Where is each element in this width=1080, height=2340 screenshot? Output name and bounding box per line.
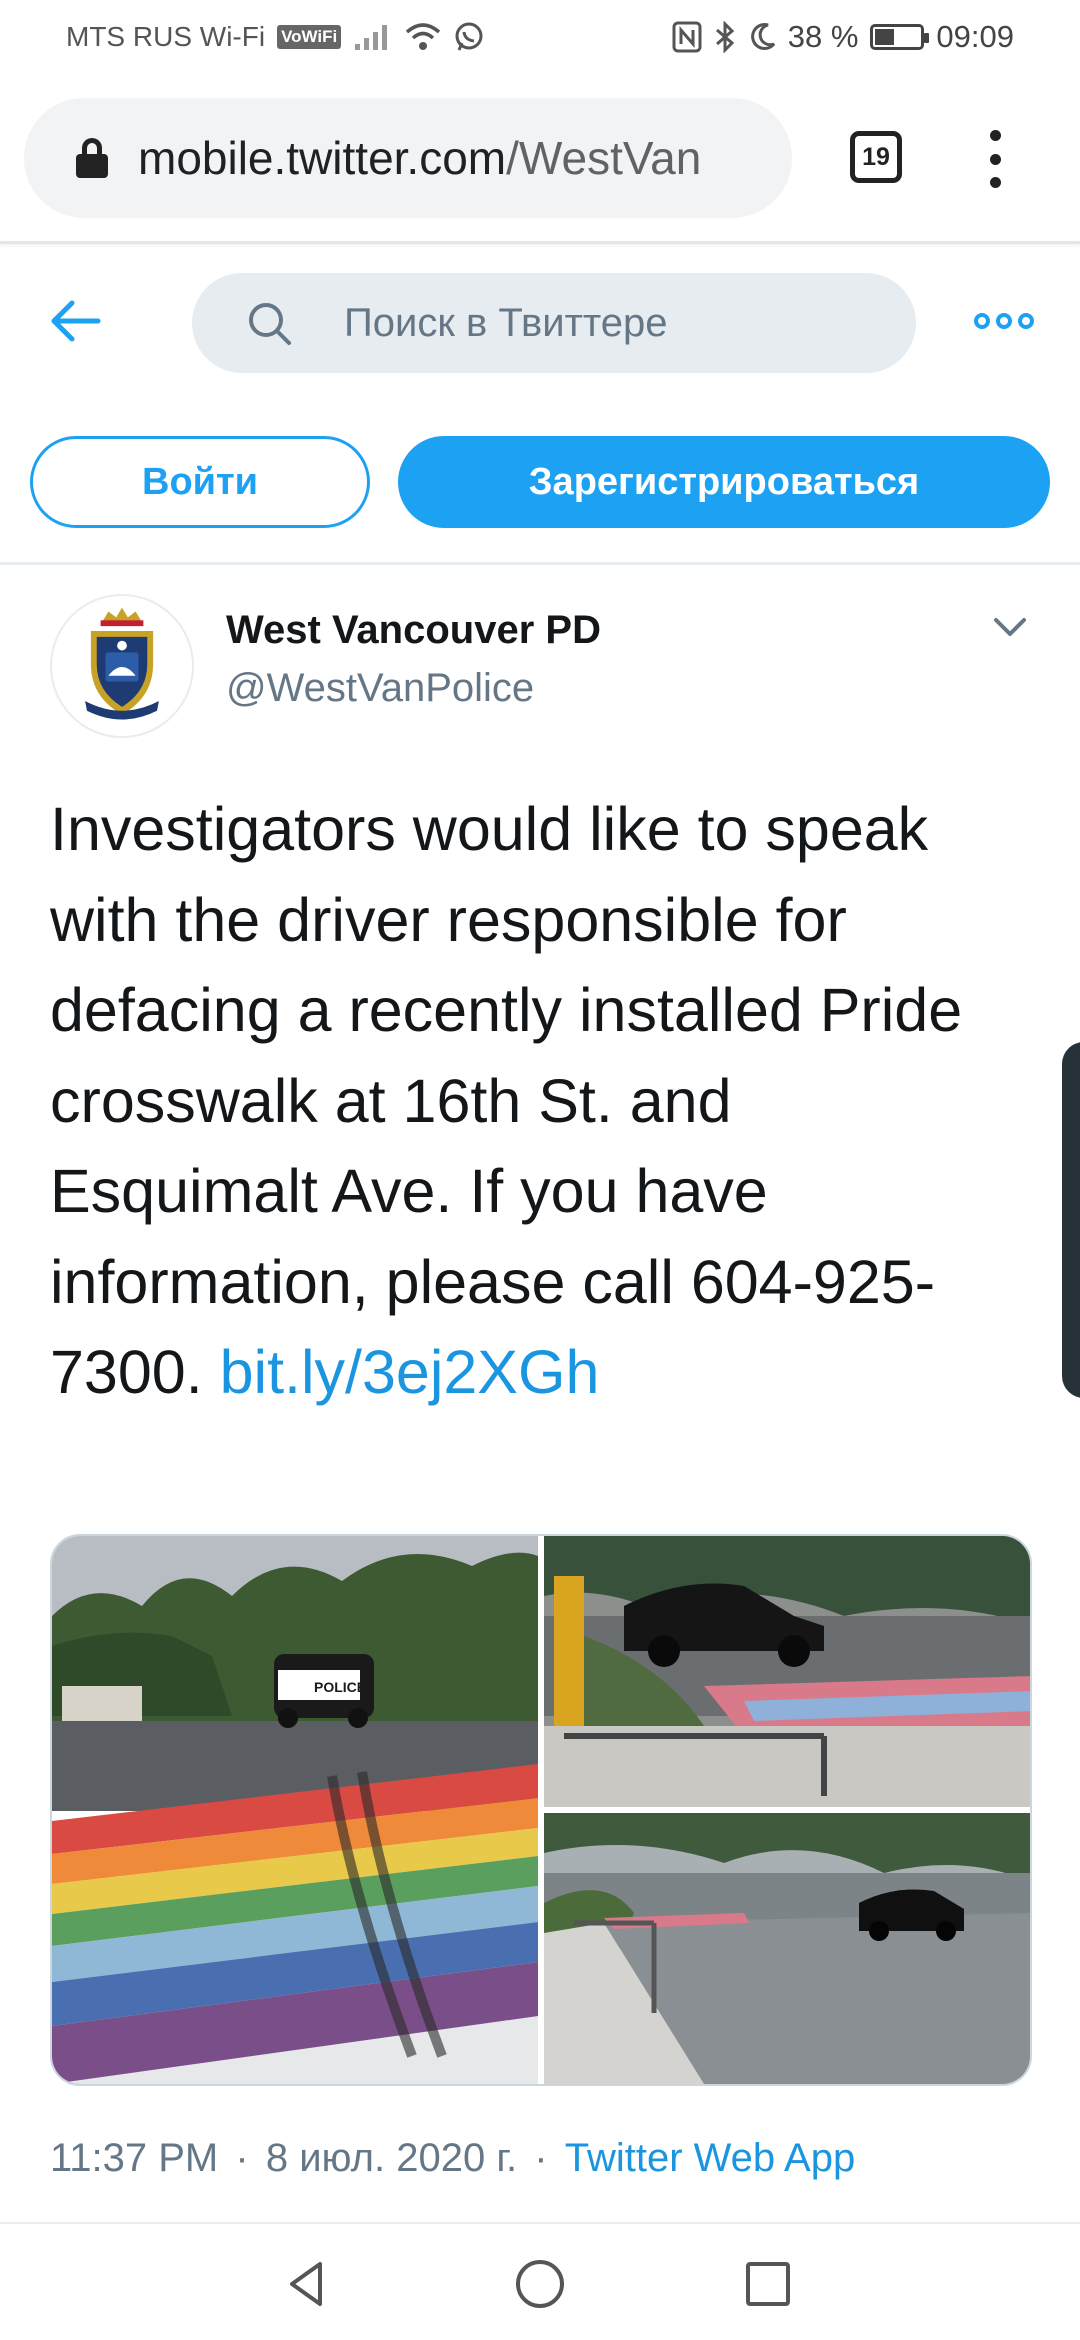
clock: 09:09 <box>936 19 1014 54</box>
battery-icon <box>870 24 930 50</box>
police-crest-icon <box>53 597 191 735</box>
wifi-icon <box>406 23 441 50</box>
signup-button[interactable]: Зарегистрироваться <box>398 436 1050 528</box>
side-edge-handle[interactable] <box>1062 1042 1080 1398</box>
police-car-label: POLICE <box>314 1679 366 1695</box>
media-grid: POLICE <box>50 1534 1032 2086</box>
nav-recent-apps-icon[interactable] <box>740 2256 796 2312</box>
vowifi-badge: VoWiFi <box>277 25 342 49</box>
battery-fill <box>875 29 894 45</box>
avatar[interactable] <box>50 594 194 738</box>
login-button[interactable]: Войти <box>30 436 370 528</box>
nav-back-icon[interactable] <box>280 2256 336 2312</box>
photo-car-on-crosswalk[interactable] <box>544 1536 1030 1807</box>
tweet-time[interactable]: 11:37 PM <box>50 2136 218 2180</box>
tweet-author: West Vancouver PD @WestVanPolice <box>0 592 1080 742</box>
header-divider <box>0 562 1080 565</box>
search-box[interactable] <box>192 273 916 373</box>
carrier-label: MTS RUS Wi-Fi <box>66 21 266 52</box>
tweet-link[interactable]: bit.ly/3ej2XGh <box>220 1338 600 1406</box>
browser-menu-icon[interactable] <box>980 124 1010 194</box>
url-text[interactable]: mobile.twitter.com/WestVan <box>138 131 701 185</box>
lock-icon <box>74 138 110 178</box>
user-handle[interactable]: @WestVanPolice <box>226 666 534 711</box>
bluetooth-icon <box>715 21 734 53</box>
whatsapp-icon <box>455 22 483 51</box>
nav-home-icon[interactable] <box>512 2256 568 2312</box>
display-name[interactable]: West Vancouver PD <box>226 608 601 653</box>
twitter-header <box>0 247 1080 397</box>
signal-icon <box>355 25 388 50</box>
police-car-icon: POLICE <box>274 1654 374 1728</box>
meta-separator: · <box>534 2136 548 2180</box>
search-input[interactable] <box>344 300 904 346</box>
battery-percent: 38 % <box>787 19 859 54</box>
meta-divider <box>0 2222 1080 2224</box>
url-host: mobile.twitter.com <box>138 132 507 184</box>
status-bar: MTS RUS Wi-Fi VoWiFi 38 % 09:09 <box>0 0 1080 74</box>
photo-crosswalk-tire-marks[interactable]: POLICE <box>52 1536 538 2084</box>
moon-icon <box>750 23 775 50</box>
tab-switcher-button[interactable]: 19 <box>850 131 902 183</box>
chevron-down-icon[interactable] <box>990 612 1030 642</box>
status-right: 38 % 09:09 <box>672 19 1014 55</box>
browser-toolbar: mobile.twitter.com/WestVan 19 <box>0 74 1080 244</box>
photo-car-leaving[interactable] <box>544 1813 1030 2084</box>
nfc-icon <box>672 21 702 53</box>
tweet-meta: 11:37 PM · 8 июл. 2020 г. · Twitter Web … <box>50 2136 855 2181</box>
auth-buttons: Войти Зарегистрироваться <box>0 436 1080 528</box>
more-options-icon[interactable] <box>974 309 1034 333</box>
system-nav-bar <box>0 2226 1080 2340</box>
meta-separator: · <box>235 2136 249 2180</box>
status-left: MTS RUS Wi-Fi VoWiFi <box>66 21 485 53</box>
tweet-body: Investigators would like to speak with t… <box>50 795 963 1406</box>
tweet-text: Investigators would like to speak with t… <box>50 784 1010 1418</box>
url-path: /WestVan <box>506 132 702 184</box>
address-bar[interactable]: mobile.twitter.com/WestVan <box>24 98 792 218</box>
tweet-date[interactable]: 8 июл. 2020 г. <box>266 2136 517 2180</box>
search-icon <box>249 303 291 345</box>
back-arrow-icon[interactable] <box>46 291 106 351</box>
tweet-source[interactable]: Twitter Web App <box>565 2136 856 2180</box>
